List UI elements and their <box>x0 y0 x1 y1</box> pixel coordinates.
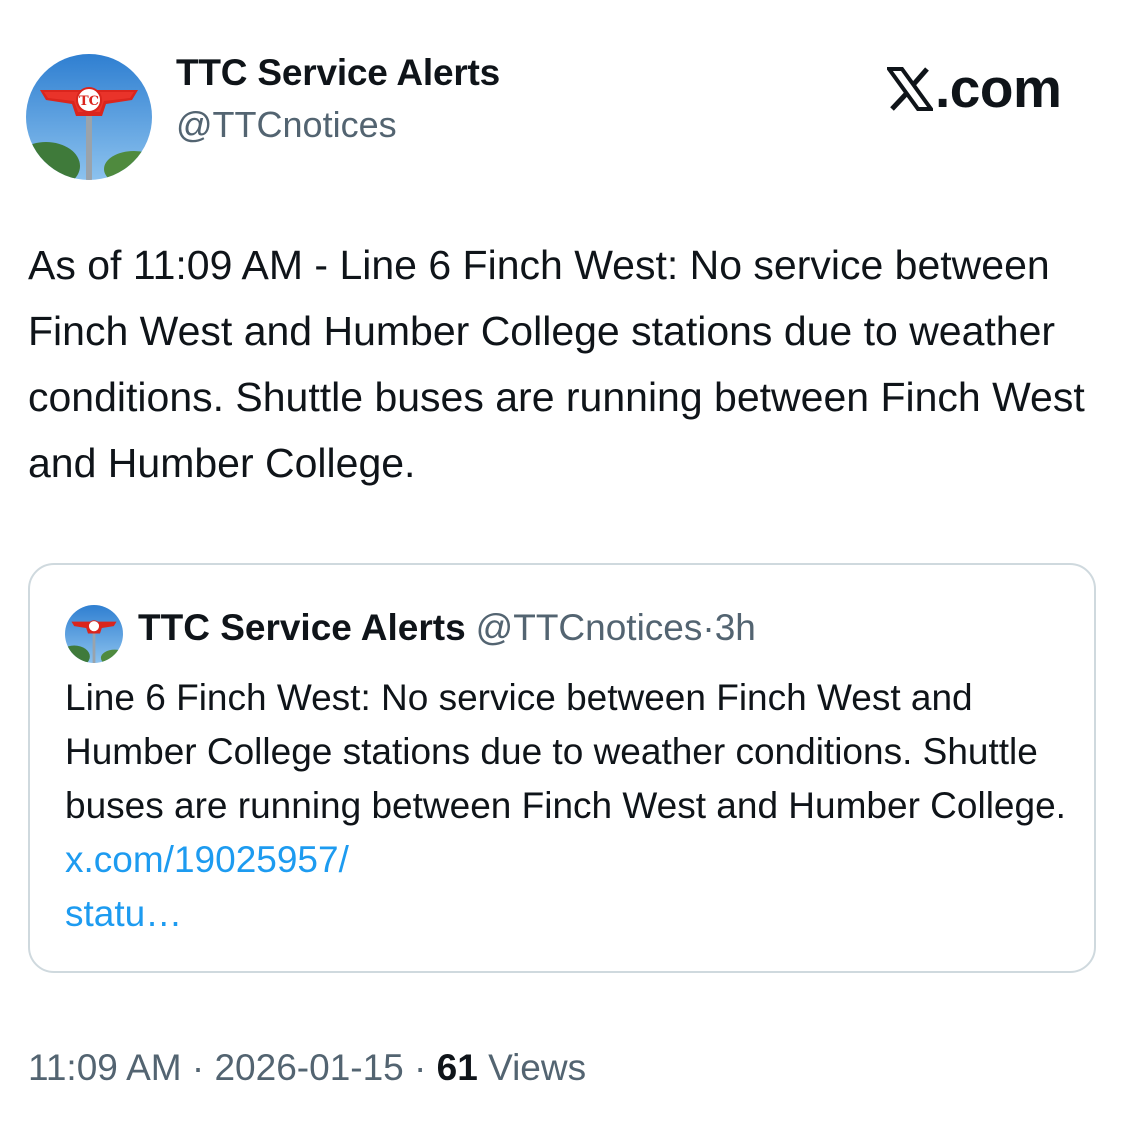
quoted-text-block: Line 6 Finch West: No service between Fi… <box>65 671 1075 941</box>
author-handle[interactable]: @TTCnotices <box>176 104 397 146</box>
tweet-meta: 11:09 AM · 2026-01-15 · 61 Views <box>28 1047 586 1089</box>
quoted-separator: · <box>702 607 715 648</box>
quoted-text: Line 6 Finch West: No service between Fi… <box>65 677 1066 826</box>
brand-label: .com <box>935 57 1062 119</box>
ttc-logo-icon <box>65 605 123 663</box>
x-logo-icon <box>887 67 933 111</box>
brand-watermark: .com <box>887 56 1062 120</box>
quoted-handle: @TTCnotices <box>475 607 703 648</box>
views-count: 61 <box>436 1047 478 1088</box>
quoted-time: 3h <box>714 607 756 648</box>
tweet-time[interactable]: 11:09 AM <box>28 1047 182 1088</box>
svg-text:TC: TC <box>79 94 99 109</box>
author-display-name[interactable]: TTC Service Alerts <box>176 52 500 94</box>
tweet-date[interactable]: 2026-01-15 <box>214 1047 403 1088</box>
quoted-display-name: TTC Service Alerts <box>138 607 466 648</box>
quoted-avatar <box>65 605 123 663</box>
quoted-status-link[interactable]: x.com/19025957/ statu… <box>65 839 349 934</box>
quoted-header: TTC Service Alerts @TTCnotices·3h <box>138 607 756 649</box>
meta-separator: · <box>414 1047 427 1088</box>
quoted-tweet-card[interactable]: TTC Service Alerts @TTCnotices·3h Line 6 … <box>28 563 1096 973</box>
views-label: Views <box>488 1047 587 1088</box>
meta-separator: · <box>191 1047 205 1088</box>
avatar[interactable]: TC <box>26 54 152 180</box>
ttc-logo-icon: TC <box>26 54 152 180</box>
tweet-text: As of 11:09 AM - Line 6 Finch West: No s… <box>28 242 1085 486</box>
